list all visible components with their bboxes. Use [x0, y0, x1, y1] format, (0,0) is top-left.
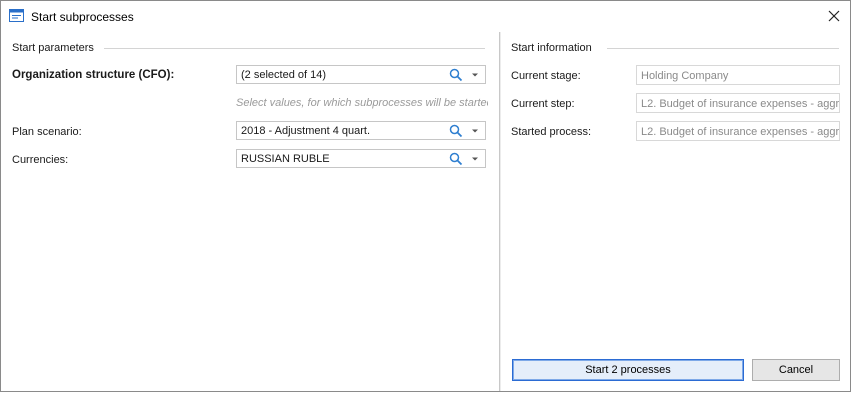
window-app-icon [9, 9, 24, 22]
title-bar: Start subprocesses [1, 1, 850, 31]
current-stage-label: Current stage: [511, 70, 581, 82]
start-parameters-panel: Start parameters Organization structure … [1, 32, 499, 391]
started-process-value: L2. Budget of insurance expenses - aggre [641, 126, 840, 138]
start-subprocesses-dialog: Start subprocesses Start parameters Orga… [0, 0, 851, 392]
search-icon[interactable] [449, 152, 463, 166]
group-separator [607, 48, 839, 49]
window-title: Start subprocesses [31, 10, 134, 24]
current-step-field: L2. Budget of insurance expenses - aggre [636, 93, 840, 113]
currencies-value: RUSSIAN RUBLE [241, 153, 330, 165]
currencies-combo[interactable]: RUSSIAN RUBLE [236, 149, 486, 168]
group-separator [104, 48, 485, 49]
search-icon[interactable] [449, 124, 463, 138]
cancel-button[interactable]: Cancel [752, 359, 840, 381]
plan-scenario-label: Plan scenario: [12, 126, 82, 138]
start-processes-button[interactable]: Start 2 processes [512, 359, 744, 381]
plan-scenario-value: 2018 - Adjustment 4 quart. [241, 125, 371, 137]
started-process-label: Started process: [511, 126, 592, 138]
chevron-down-icon[interactable] [471, 155, 479, 163]
chevron-down-icon[interactable] [471, 71, 479, 79]
start-information-panel: Start information Current stage: Holding… [501, 32, 850, 391]
org-structure-combo[interactable]: (2 selected of 14) [236, 65, 486, 84]
org-structure-value: (2 selected of 14) [241, 69, 326, 81]
chevron-down-icon[interactable] [471, 127, 479, 135]
current-stage-field: Holding Company [636, 65, 840, 85]
plan-scenario-combo[interactable]: 2018 - Adjustment 4 quart. [236, 121, 486, 140]
selection-hint: Select values, for which subprocesses wi… [236, 97, 488, 109]
org-structure-label: Organization structure (CFO): [12, 69, 175, 81]
search-icon[interactable] [449, 68, 463, 82]
start-information-header: Start information [511, 42, 592, 54]
currencies-label: Currencies: [12, 154, 69, 166]
started-process-field: L2. Budget of insurance expenses - aggre [636, 121, 840, 141]
current-step-label: Current step: [511, 98, 575, 110]
start-parameters-header: Start parameters [12, 42, 94, 54]
current-step-value: L2. Budget of insurance expenses - aggre [641, 98, 840, 110]
dialog-content: Start parameters Organization structure … [1, 32, 850, 391]
close-icon[interactable] [824, 6, 844, 26]
current-stage-value: Holding Company [641, 70, 729, 82]
